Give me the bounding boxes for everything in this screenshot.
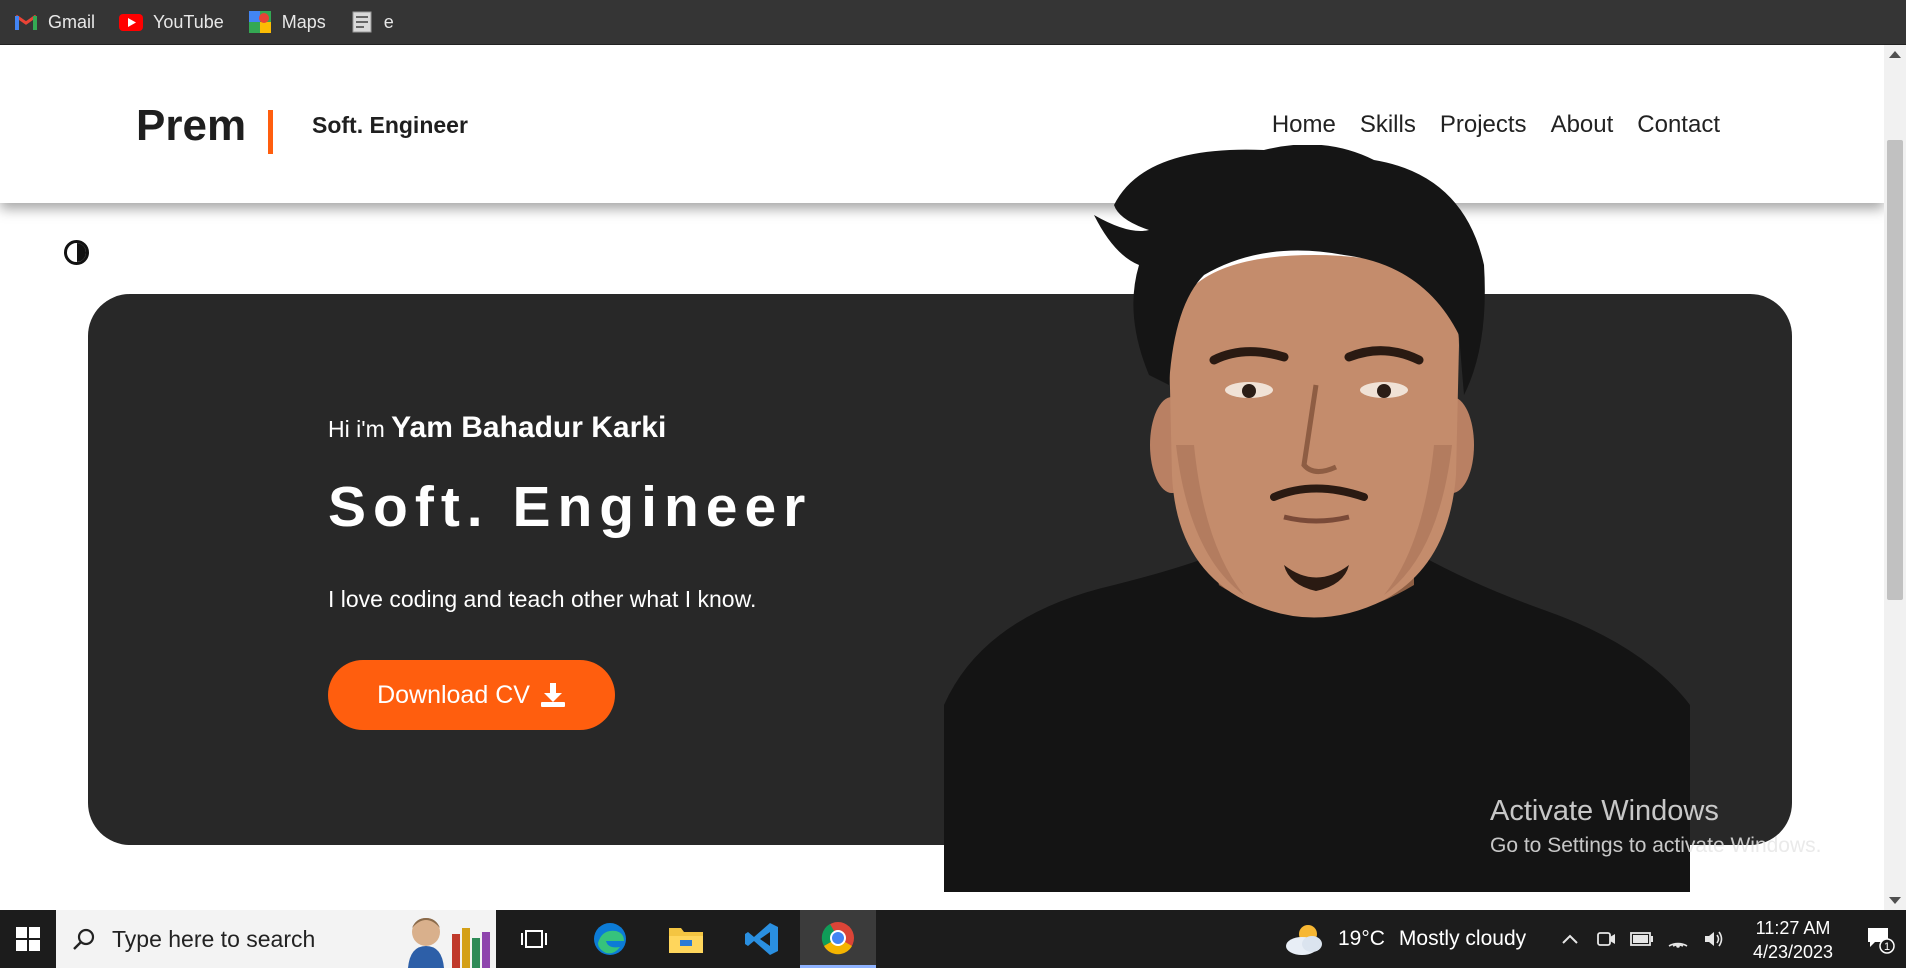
brand-logo[interactable]: Prem bbox=[136, 101, 246, 151]
volume-button[interactable] bbox=[1696, 910, 1732, 968]
battery-button[interactable] bbox=[1624, 910, 1660, 968]
chrome-icon bbox=[821, 921, 854, 954]
bookmark-label: Maps bbox=[281, 11, 326, 32]
hero-greeting: Hi i'm Yam Bahadur Karki bbox=[328, 411, 666, 445]
folder-icon bbox=[669, 928, 703, 953]
bookmark-label: Gmail bbox=[48, 11, 96, 32]
bookmark-e[interactable]: e bbox=[350, 11, 394, 33]
windows-taskbar: Type here to search 19°C Mostly cloudy 1… bbox=[0, 910, 1906, 968]
taskbar-search[interactable]: Type here to search bbox=[56, 910, 496, 968]
nav-home[interactable]: Home bbox=[1272, 111, 1336, 139]
document-icon bbox=[350, 11, 374, 33]
meet-now-button[interactable] bbox=[1588, 910, 1624, 968]
clock-time: 11:27 AM bbox=[1755, 918, 1831, 938]
bookmark-gmail[interactable]: Gmail bbox=[14, 12, 95, 33]
search-highlight-illustration bbox=[408, 918, 490, 968]
scroll-down-icon[interactable] bbox=[1889, 897, 1901, 904]
weather-description: Mostly cloudy bbox=[1398, 927, 1527, 950]
nav-skills[interactable]: Skills bbox=[1360, 111, 1416, 139]
bookmark-label: e bbox=[383, 11, 394, 32]
gmail-icon bbox=[14, 12, 38, 32]
windows-logo-icon bbox=[16, 927, 40, 951]
profile-photo bbox=[944, 145, 1690, 892]
bookmarks-bar: Gmail YouTube Maps e bbox=[0, 0, 1906, 45]
show-hidden-icons[interactable] bbox=[1552, 910, 1588, 968]
theme-toggle-icon[interactable] bbox=[64, 240, 89, 265]
notification-count: 1 bbox=[1884, 941, 1890, 953]
greeting-prefix: Hi i'm bbox=[328, 416, 385, 442]
start-button[interactable] bbox=[0, 910, 56, 968]
download-cv-label: Download CV bbox=[377, 680, 530, 709]
chevron-up-icon bbox=[1562, 934, 1578, 944]
edge-icon bbox=[594, 923, 626, 955]
network-button[interactable] bbox=[1660, 910, 1696, 968]
activate-windows-watermark: Activate Windows Go to Settings to activ… bbox=[1490, 795, 1822, 858]
notification-icon: 1 bbox=[1868, 928, 1895, 954]
taskbar-clock[interactable]: 11:27 AM 4/23/2023 bbox=[1738, 916, 1848, 964]
system-tray bbox=[1552, 910, 1732, 968]
vscode-button[interactable] bbox=[724, 910, 800, 968]
wifi-icon bbox=[1668, 942, 1688, 948]
watermark-subtitle: Go to Settings to activate Windows. bbox=[1490, 834, 1822, 857]
brand-subtitle: Soft. Engineer bbox=[312, 112, 468, 138]
web-page: Prem Soft. Engineer Home Skills Projects… bbox=[0, 45, 1884, 910]
download-icon bbox=[540, 683, 565, 707]
task-view-icon bbox=[521, 930, 547, 948]
scroll-thumb[interactable] bbox=[1887, 140, 1903, 600]
battery-icon bbox=[1630, 932, 1653, 946]
search-icon bbox=[73, 928, 95, 950]
edge-taskbar-button[interactable] bbox=[572, 910, 648, 968]
bookmark-label: YouTube bbox=[153, 11, 224, 32]
vscode-icon bbox=[745, 923, 778, 955]
hero-role: Soft. Engineer bbox=[328, 475, 813, 539]
page-scrollbar[interactable] bbox=[1884, 45, 1906, 910]
download-cv-button[interactable]: Download CV bbox=[328, 660, 615, 730]
weather-widget[interactable]: 19°C Mostly cloudy bbox=[1284, 910, 1526, 968]
maps-icon bbox=[248, 11, 272, 33]
notification-center-button[interactable]: 1 bbox=[1854, 910, 1906, 968]
chrome-taskbar-button[interactable] bbox=[800, 910, 876, 968]
bookmark-youtube[interactable]: YouTube bbox=[119, 12, 224, 33]
scroll-up-icon[interactable] bbox=[1889, 51, 1901, 58]
weather-temperature: 19°C bbox=[1338, 927, 1385, 950]
camera-icon bbox=[1597, 932, 1615, 946]
speaker-icon bbox=[1705, 931, 1723, 947]
nav-about[interactable]: About bbox=[1551, 111, 1614, 139]
youtube-icon bbox=[119, 12, 144, 32]
nav-contact[interactable]: Contact bbox=[1637, 111, 1720, 139]
clock-date: 4/23/2023 bbox=[1752, 942, 1834, 962]
nav-projects[interactable]: Projects bbox=[1440, 111, 1527, 139]
hero-tagline: I love coding and teach other what I kno… bbox=[328, 586, 757, 612]
cloud-sun-icon bbox=[1286, 925, 1322, 955]
file-explorer-button[interactable] bbox=[648, 910, 724, 968]
main-nav: Home Skills Projects About Contact bbox=[1248, 111, 1720, 139]
hero-name: Yam Bahadur Karki bbox=[391, 411, 667, 444]
brand-divider bbox=[268, 110, 273, 154]
search-placeholder: Type here to search bbox=[112, 925, 316, 952]
watermark-title: Activate Windows bbox=[1490, 795, 1719, 827]
task-view-button[interactable] bbox=[496, 910, 572, 968]
bookmark-maps[interactable]: Maps bbox=[248, 11, 326, 33]
